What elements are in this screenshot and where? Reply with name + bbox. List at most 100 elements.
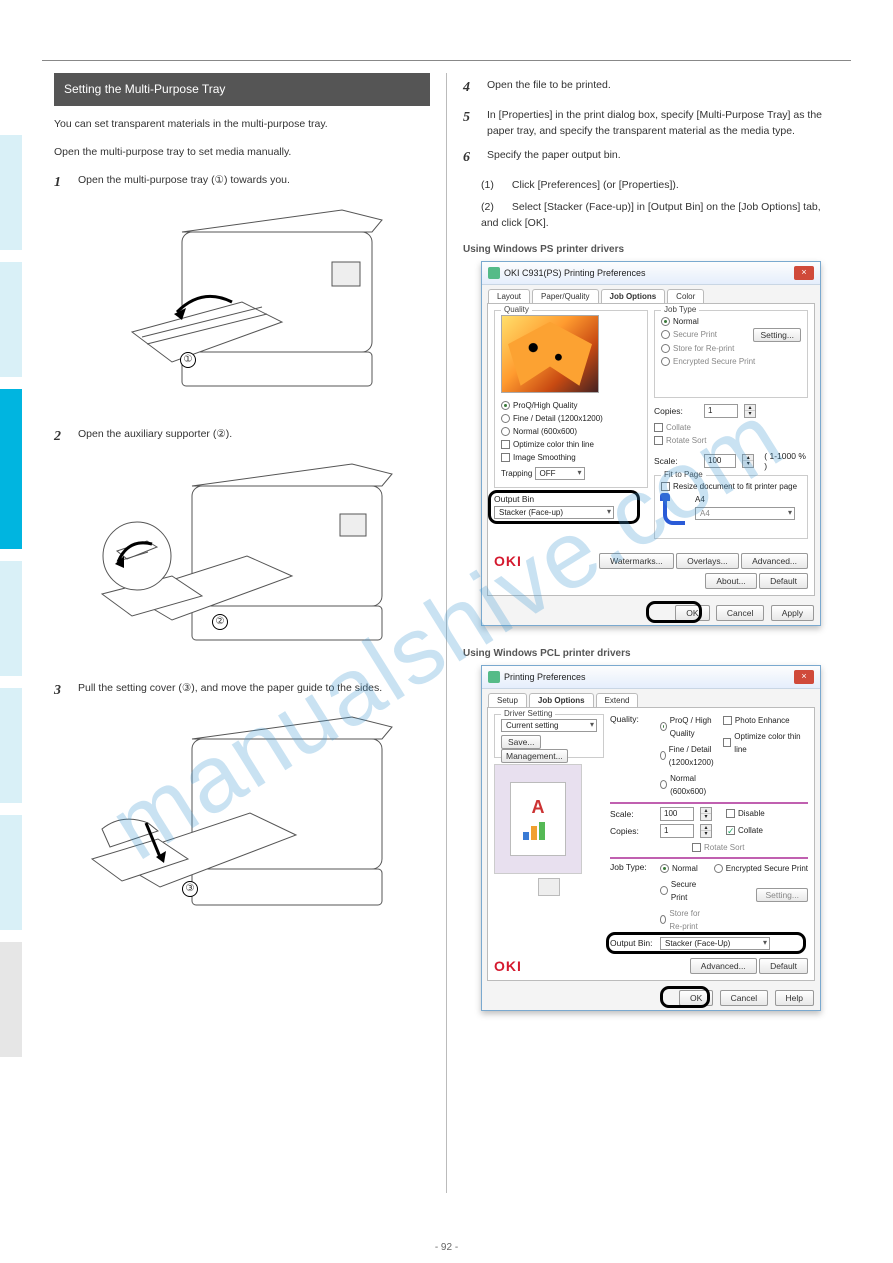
scale-input[interactable]: 100 <box>660 807 694 821</box>
tab-color[interactable]: Color <box>667 289 704 303</box>
titlebar: OKI C931(PS) Printing Preferences × <box>482 262 820 285</box>
save-button[interactable]: Save... <box>501 735 541 749</box>
tab-strip: Setup Job Options Extend <box>482 689 820 707</box>
management-button[interactable]: Management... <box>501 749 568 763</box>
chk-rotate-sort[interactable]: Rotate Sort <box>654 434 808 447</box>
group-quality: Quality <box>501 305 532 314</box>
radio-fine[interactable]: Fine / Detail (1200x1200) <box>660 743 717 769</box>
side-tab <box>0 815 22 930</box>
tab-extend[interactable]: Extend <box>596 693 639 707</box>
tab-layout[interactable]: Layout <box>488 289 530 303</box>
scale-range: ( 1-1000 % ) <box>764 451 808 471</box>
window-title: Printing Preferences <box>504 672 794 682</box>
help-button[interactable]: Help <box>775 990 814 1006</box>
step-3: 3 Pull the setting cover (③), and move t… <box>54 680 430 702</box>
chk-optimize-thin[interactable]: Optimize color thin line <box>723 730 808 756</box>
radio-proq[interactable]: ProQ / High Quality <box>660 714 717 740</box>
paper-to-select[interactable]: A4 <box>695 507 795 520</box>
substep-text: Click [Preferences] (or [Properties]). <box>512 179 679 191</box>
radio-store[interactable]: Store for Re-print <box>661 342 801 355</box>
quality-label: Quality: <box>610 714 654 798</box>
chk-collate[interactable]: Collate <box>654 421 808 434</box>
chk-disable[interactable]: Disable <box>726 807 765 820</box>
radio-fine[interactable]: Fine / Detail (1200x1200) <box>501 412 641 425</box>
tab-setup[interactable]: Setup <box>488 693 527 707</box>
close-icon[interactable]: × <box>794 266 814 280</box>
trapping-select[interactable]: OFF <box>535 467 585 480</box>
figure-step-3: ③ <box>82 709 402 939</box>
group-jobtype: Job Type <box>661 305 699 314</box>
step-4: 4 Open the file to be printed. <box>463 77 839 99</box>
radio-normal[interactable]: Normal (600x600) <box>501 425 641 438</box>
radio-store[interactable]: Store for Re-print <box>660 907 708 933</box>
quality-preview <box>501 315 599 393</box>
scale-spinner[interactable]: ▴▾ <box>742 454 754 468</box>
chk-collate[interactable]: Collate <box>726 824 763 837</box>
tab-job-options[interactable]: Job Options <box>529 693 594 707</box>
tab-paper-quality[interactable]: Paper/Quality <box>532 289 598 303</box>
default-button[interactable]: Default <box>759 573 808 589</box>
chk-photo-enhance[interactable]: Photo Enhance <box>723 714 808 727</box>
close-icon[interactable]: × <box>794 670 814 684</box>
output-bin-label: Output Bin: <box>610 938 654 948</box>
step-number: 6 <box>463 147 479 169</box>
watermarks-button[interactable]: Watermarks... <box>599 553 674 569</box>
step-text: Open the auxiliary supporter (②). <box>78 426 430 448</box>
left-column: Setting the Multi-Purpose Tray You can s… <box>42 73 442 1193</box>
driver-heading-ps: Using Windows PS printer drivers <box>463 244 839 255</box>
chk-image-smoothing[interactable]: Image Smoothing <box>501 451 641 464</box>
chk-resize[interactable]: Resize document to fit printer page <box>661 480 801 493</box>
ok-button[interactable]: OK <box>675 605 709 621</box>
advanced-button[interactable]: Advanced... <box>690 958 757 974</box>
cancel-button[interactable]: Cancel <box>720 990 768 1006</box>
step-6: 6 Specify the paper output bin. <box>463 147 839 169</box>
cancel-button[interactable]: Cancel <box>716 605 764 621</box>
advanced-button[interactable]: Advanced... <box>741 553 808 569</box>
scale-spinner[interactable]: ▴▾ <box>700 807 712 821</box>
side-tab <box>0 688 22 803</box>
copies-spinner[interactable]: ▴▾ <box>700 824 712 838</box>
oki-logo: OKI <box>494 958 522 974</box>
tab-panel: Driver Setting Current setting Save... M… <box>487 707 815 981</box>
apply-button[interactable]: Apply <box>771 605 814 621</box>
radio-secure[interactable]: Secure Print <box>661 328 717 341</box>
chk-optimize-thin[interactable]: Optimize color thin line <box>501 438 641 451</box>
ok-button[interactable]: OK <box>679 990 713 1006</box>
copies-label: Copies: <box>610 826 654 836</box>
copies-input[interactable]: 1 <box>704 404 738 418</box>
substep-1: (1) Click [Preferences] (or [Properties]… <box>481 177 839 193</box>
radio-encrypted[interactable]: Encrypted Secure Print <box>661 355 801 368</box>
substep-num: (1) <box>481 177 509 193</box>
step-number: 1 <box>54 172 70 194</box>
scale-input[interactable]: 100 <box>704 454 736 468</box>
group-driver-setting: Driver Setting <box>501 709 555 718</box>
radio-normal-job[interactable]: Normal <box>660 862 708 875</box>
app-icon <box>488 671 500 683</box>
dialog-pcl-preferences: Printing Preferences × Setup Job Options… <box>481 665 821 1011</box>
about-button[interactable]: About... <box>705 573 756 589</box>
step-number: 4 <box>463 77 479 99</box>
radio-encrypted[interactable]: Encrypted Secure Print <box>714 862 808 875</box>
chk-rotate-sort[interactable]: Rotate Sort <box>692 841 808 854</box>
copies-spinner[interactable]: ▴▾ <box>744 404 756 418</box>
setting-button[interactable]: Setting... <box>756 888 808 902</box>
step-number: 5 <box>463 107 479 140</box>
driver-heading-pcl: Using Windows PCL printer drivers <box>463 648 839 659</box>
radio-normal[interactable]: Normal (600x600) <box>660 772 717 798</box>
radio-normal-job[interactable]: Normal <box>661 315 801 328</box>
dialog-ps-preferences: OKI C931(PS) Printing Preferences × Layo… <box>481 261 821 626</box>
overlays-button[interactable]: Overlays... <box>676 553 739 569</box>
current-setting-select[interactable]: Current setting <box>501 719 597 732</box>
radio-proq[interactable]: ProQ/High Quality <box>501 399 641 412</box>
default-button[interactable]: Default <box>759 958 808 974</box>
step-5: 5 In [Properties] in the print dialog bo… <box>463 107 839 140</box>
copies-input[interactable]: 1 <box>660 824 694 838</box>
output-bin-select[interactable]: Stacker (Face-up) <box>494 506 614 519</box>
titlebar: Printing Preferences × <box>482 666 820 689</box>
tab-job-options[interactable]: Job Options <box>601 289 666 303</box>
setting-button[interactable]: Setting... <box>753 328 801 342</box>
radio-secure[interactable]: Secure Print <box>660 878 708 904</box>
output-bin-select[interactable]: Stacker (Face-Up) <box>660 937 770 950</box>
thumbnail-icon <box>538 878 560 896</box>
side-tab <box>0 942 22 1057</box>
